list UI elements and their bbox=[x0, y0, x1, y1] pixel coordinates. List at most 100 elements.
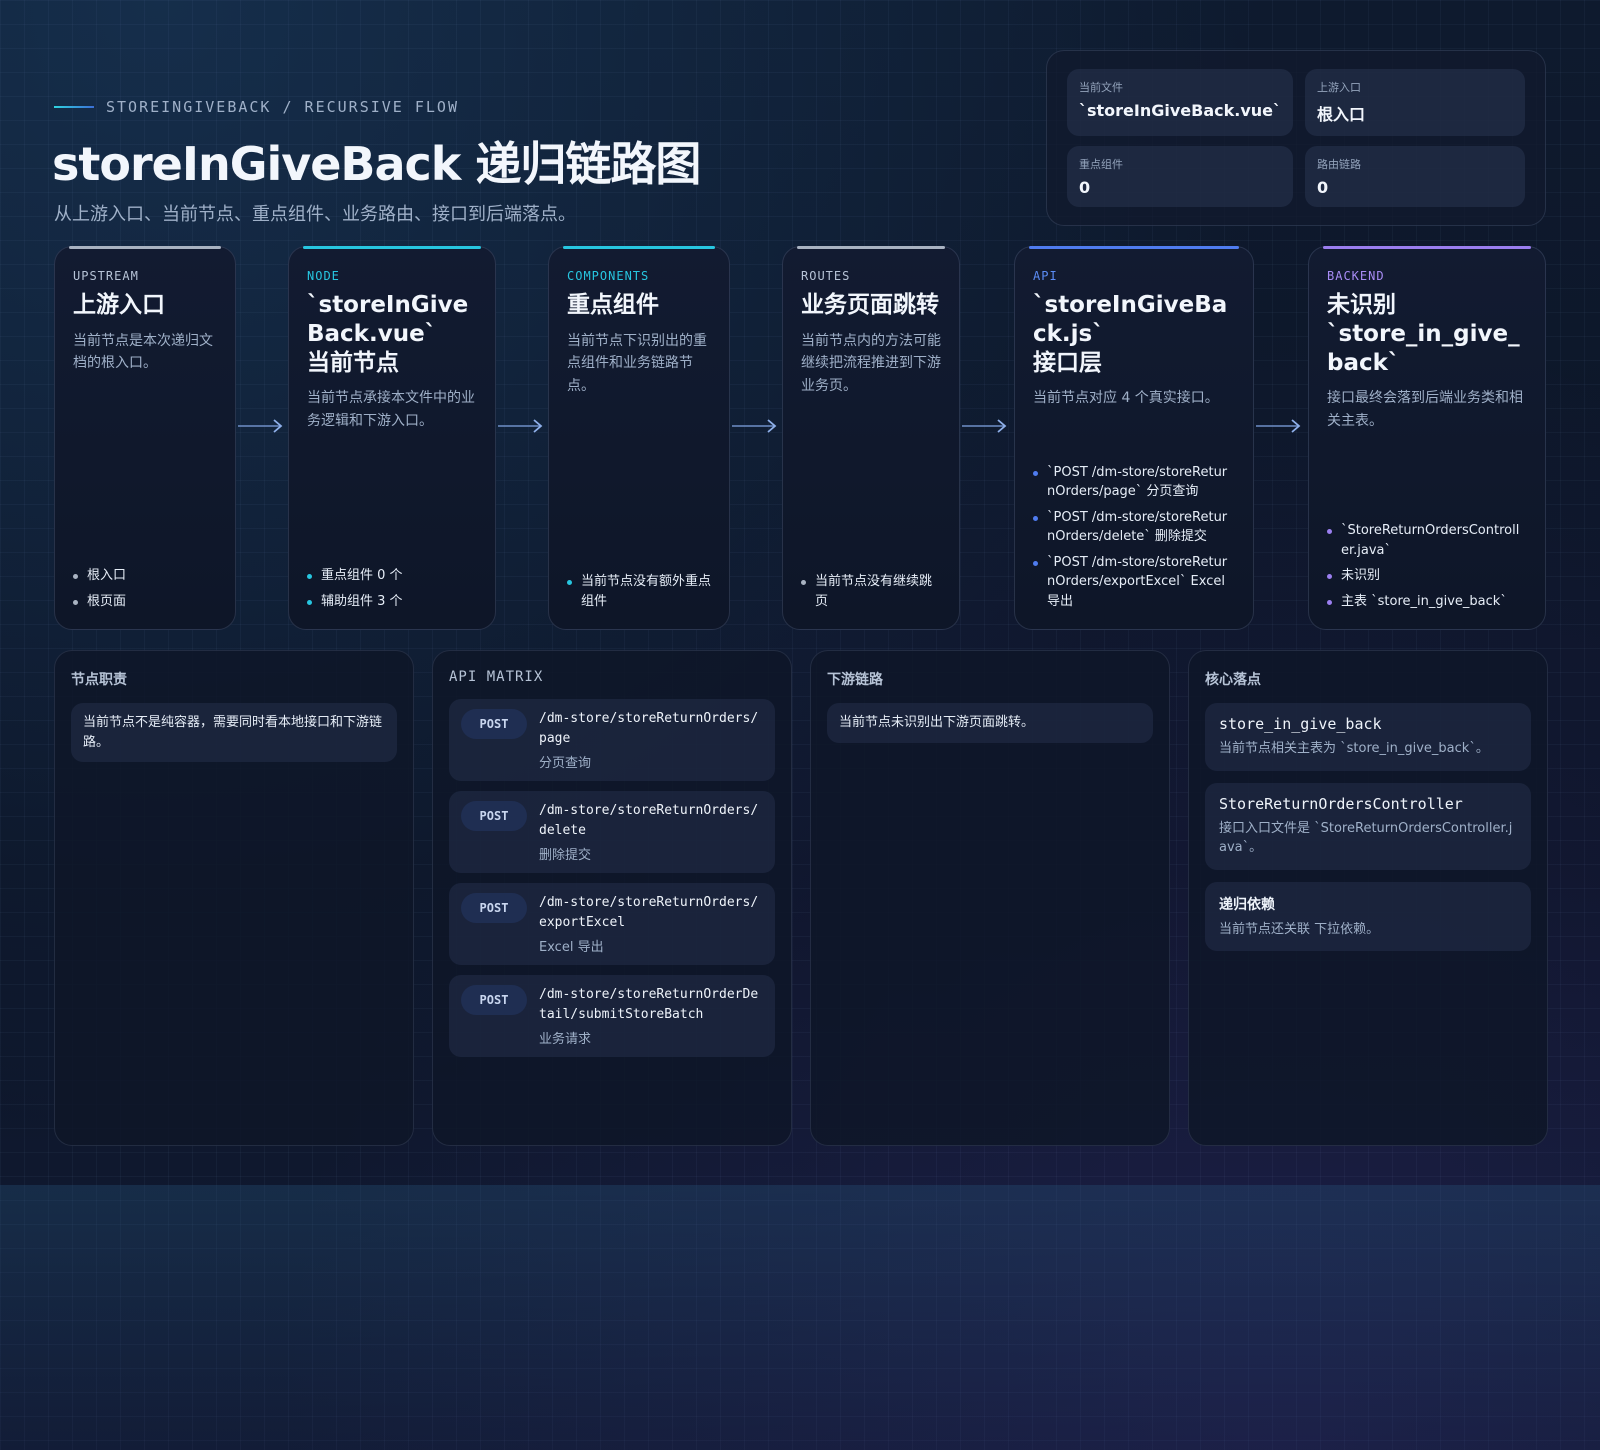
arrow-icon bbox=[498, 418, 544, 434]
arrow-icon bbox=[732, 418, 778, 434]
panel-title: 下游链路 bbox=[827, 672, 883, 688]
panel-title: 核心落点 bbox=[1205, 672, 1261, 688]
card-list: `StoreReturnOrdersController.java` 未识别 主… bbox=[1327, 515, 1527, 611]
landing-desc: 当前节点还关联 下拉依赖。 bbox=[1219, 921, 1380, 937]
card-description: 接口最终会落到后端业务类和相关主表。 bbox=[1327, 390, 1523, 429]
stat-label: 上游入口 bbox=[1317, 81, 1362, 94]
panel-api-matrix: API MATRIX POST /dm-store/storeReturnOrd… bbox=[432, 650, 792, 1146]
list-item: 当前节点没有继续跳页 bbox=[801, 572, 941, 611]
landing-title: store_in_give_back bbox=[1219, 715, 1382, 733]
card-list: 根入口 根页面 bbox=[73, 560, 217, 611]
panel-note: 当前节点未识别出下游页面跳转。 bbox=[827, 703, 1153, 743]
list-item: 根入口 bbox=[73, 566, 217, 586]
arrow-icon bbox=[962, 418, 1008, 434]
landing-title: StoreReturnOrdersController bbox=[1219, 794, 1463, 813]
landing-title: 递归依赖 bbox=[1219, 896, 1275, 913]
landing-desc: 当前节点相关主表为 `store_in_give_back`。 bbox=[1219, 741, 1489, 756]
api-path: /dm-store/storeReturnOrders/exportExcel bbox=[539, 895, 759, 930]
card-description: 当前节点内的方法可能继续把流程推进到下游业务页。 bbox=[801, 332, 941, 394]
list-item: 未识别 bbox=[1327, 566, 1527, 586]
api-row: POST /dm-store/storeReturnOrderDetail/su… bbox=[449, 975, 775, 1057]
stat-value: 0 bbox=[1079, 177, 1091, 197]
list-item: `POST /dm-store/storeReturnOrders/delete… bbox=[1033, 508, 1235, 547]
arrow-icon bbox=[238, 418, 284, 434]
api-label: 删除提交 bbox=[539, 848, 592, 863]
flow-card-upstream: UPSTREAM 上游入口 当前节点是本次递归文档的根入口。 根入口 根页面 bbox=[54, 246, 236, 630]
card-heading: `storeInGiveBack.js` 接口层 bbox=[1033, 292, 1228, 376]
card-heading: 业务页面跳转 bbox=[801, 292, 939, 318]
api-path: /dm-store/storeReturnOrderDetail/submitS… bbox=[539, 987, 759, 1022]
api-label: 分页查询 bbox=[539, 756, 592, 771]
api-row: POST /dm-store/storeReturnOrders/page 分页… bbox=[449, 699, 775, 781]
list-item: `POST /dm-store/storeReturnOrders/export… bbox=[1033, 553, 1235, 612]
card-heading: 重点组件 bbox=[567, 292, 659, 318]
card-tag: COMPONENTS bbox=[567, 269, 650, 283]
flow-card-backend: BACKEND 未识别 `store_in_give_back` 接口最终会落到… bbox=[1308, 246, 1546, 630]
flow-card-node: NODE `storeInGiveBack.vue` 当前节点 当前节点承接本文… bbox=[288, 246, 496, 630]
stat-label: 当前文件 bbox=[1079, 81, 1123, 94]
landing-item: 递归依赖 当前节点还关联 下拉依赖。 bbox=[1205, 881, 1531, 951]
stat-value: 根入口 bbox=[1317, 105, 1366, 124]
api-path: /dm-store/storeReturnOrders/delete bbox=[539, 803, 759, 838]
stat-label: 路由链路 bbox=[1317, 157, 1362, 171]
api-label: 业务请求 bbox=[539, 1032, 592, 1047]
list-item: 主表 `store_in_give_back` bbox=[1327, 592, 1527, 612]
card-tag: UPSTREAM bbox=[73, 269, 139, 283]
list-item: `POST /dm-store/storeReturnOrders/page` … bbox=[1033, 463, 1235, 502]
method-badge: POST bbox=[461, 985, 527, 1015]
card-tag: ROUTES bbox=[801, 269, 851, 283]
eyebrow-line bbox=[54, 106, 94, 108]
list-item: 根页面 bbox=[73, 592, 217, 612]
method-badge: POST bbox=[461, 893, 527, 923]
stat-upstream: 上游入口 根入口 bbox=[1305, 69, 1525, 136]
arrow-icon bbox=[1256, 418, 1302, 434]
card-description: 当前节点下识别出的重点组件和业务链路节点。 bbox=[567, 332, 707, 394]
landing-desc: 接口入口文件是 `StoreReturnOrdersController.jav… bbox=[1219, 820, 1513, 856]
panel-note: 当前节点不是纯容器，需要同时看本地接口和下游链路。 bbox=[71, 703, 397, 762]
card-list: 当前节点没有额外重点组件 bbox=[567, 566, 711, 611]
api-row: POST /dm-store/storeReturnOrders/exportE… bbox=[449, 883, 775, 965]
landing-item: StoreReturnOrdersController 接口入口文件是 `Sto… bbox=[1205, 782, 1531, 870]
eyebrow: STOREINGIVEBACK / RECURSIVE FLOW bbox=[54, 98, 459, 116]
page-subtitle: 从上游入口、当前节点、重点组件、业务路由、接口到后端落点。 bbox=[54, 204, 576, 225]
stat-routes: 路由链路 0 bbox=[1305, 145, 1525, 207]
card-list: 当前节点没有继续跳页 bbox=[801, 566, 941, 611]
list-item: `StoreReturnOrdersController.java` bbox=[1327, 521, 1527, 560]
method-badge: POST bbox=[461, 709, 527, 739]
panel-node-duty: 节点职责 当前节点不是纯容器，需要同时看本地接口和下游链路。 bbox=[54, 650, 414, 1146]
eyebrow-text: STOREINGIVEBACK / RECURSIVE FLOW bbox=[106, 98, 459, 116]
stat-value: 0 bbox=[1317, 177, 1329, 197]
api-row: POST /dm-store/storeReturnOrders/delete … bbox=[449, 791, 775, 873]
card-description: 当前节点是本次递归文档的根入口。 bbox=[73, 332, 213, 372]
stat-current-file: 当前文件 `storeInGiveBack.vue` bbox=[1067, 69, 1294, 136]
stat-value: `storeInGiveBack.vue` bbox=[1079, 101, 1282, 120]
panel-title: API MATRIX bbox=[449, 669, 544, 685]
list-item: 辅助组件 3 个 bbox=[307, 592, 477, 612]
stats-panel: 当前文件 `storeInGiveBack.vue` 上游入口 根入口 重点组件… bbox=[1046, 50, 1546, 226]
page-title: storeInGiveBack 递归链路图 bbox=[52, 137, 701, 191]
card-tag: NODE bbox=[307, 269, 340, 283]
card-heading: 未识别 `store_in_give_back` bbox=[1327, 292, 1520, 376]
flow-card-api: API `storeInGiveBack.js` 接口层 当前节点对应 4 个真… bbox=[1014, 246, 1254, 630]
stat-components: 重点组件 0 bbox=[1067, 145, 1294, 207]
api-label: Excel 导出 bbox=[539, 940, 604, 955]
stat-label: 重点组件 bbox=[1079, 157, 1123, 171]
card-description: 当前节点承接本文件中的业务逻辑和下游入口。 bbox=[307, 390, 475, 429]
api-path: /dm-store/storeReturnOrders/page bbox=[539, 711, 759, 746]
card-heading: `storeInGiveBack.vue` 当前节点 bbox=[307, 292, 469, 376]
card-heading: 上游入口 bbox=[73, 292, 165, 318]
list-item: 当前节点没有额外重点组件 bbox=[567, 572, 711, 611]
card-description: 当前节点对应 4 个真实接口。 bbox=[1033, 390, 1219, 407]
list-item: 重点组件 0 个 bbox=[307, 566, 477, 586]
flow-card-components: COMPONENTS 重点组件 当前节点下识别出的重点组件和业务链路节点。 当前… bbox=[548, 246, 730, 630]
flow-diagram: UPSTREAM 上游入口 当前节点是本次递归文档的根入口。 根入口 根页面 N… bbox=[0, 246, 1600, 630]
card-tag: API bbox=[1033, 269, 1058, 283]
card-list: `POST /dm-store/storeReturnOrders/page` … bbox=[1033, 457, 1235, 612]
landing-item: store_in_give_back 当前节点相关主表为 `store_in_g… bbox=[1205, 703, 1531, 771]
panel-downstream: 下游链路 当前节点未识别出下游页面跳转。 bbox=[810, 650, 1170, 1146]
flow-card-routes: ROUTES 业务页面跳转 当前节点内的方法可能继续把流程推进到下游业务页。 当… bbox=[782, 246, 960, 630]
panel-core-landing: 核心落点 store_in_give_back 当前节点相关主表为 `store… bbox=[1188, 650, 1548, 1146]
card-tag: BACKEND bbox=[1327, 269, 1385, 283]
method-badge: POST bbox=[461, 801, 527, 831]
panel-title: 节点职责 bbox=[71, 672, 127, 688]
